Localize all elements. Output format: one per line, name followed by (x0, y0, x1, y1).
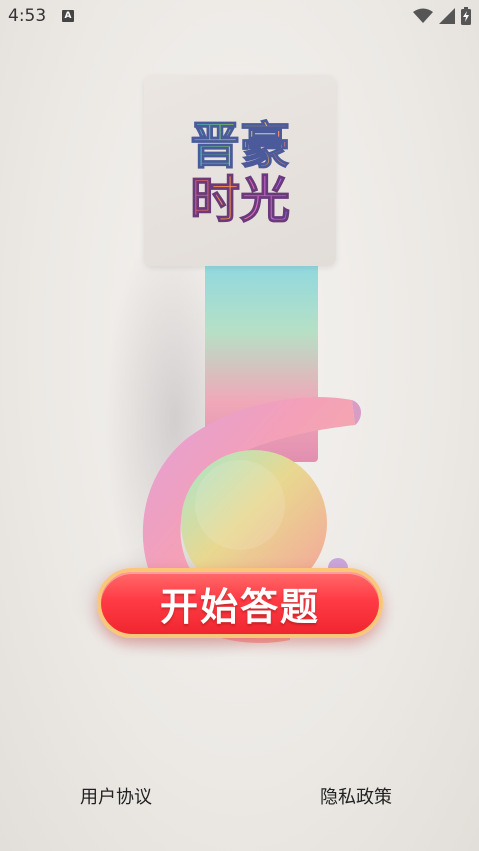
start-quiz-button[interactable]: 开始答题 (97, 568, 383, 638)
user-agreement-link[interactable]: 用户协议 (80, 783, 152, 809)
battery-charging-icon (461, 7, 471, 25)
signal-icon (439, 8, 455, 24)
wifi-icon (413, 8, 433, 23)
start-quiz-label: 开始答题 (159, 584, 320, 629)
notification-a-icon: A (62, 10, 74, 22)
app-screen: 4:53 A 晋豪 时光 开始答题 用户协议 隐私政策 (0, 0, 479, 851)
status-icons (413, 7, 471, 25)
logo-line2: 时光 (190, 171, 290, 229)
logo-line1: 晋豪 (190, 117, 290, 175)
status-bar: 4:53 A (0, 0, 479, 32)
status-time: 4:53 (8, 6, 47, 26)
privacy-policy-link[interactable]: 隐私政策 (320, 783, 392, 809)
app-logo: 晋豪 时光 (144, 75, 336, 266)
